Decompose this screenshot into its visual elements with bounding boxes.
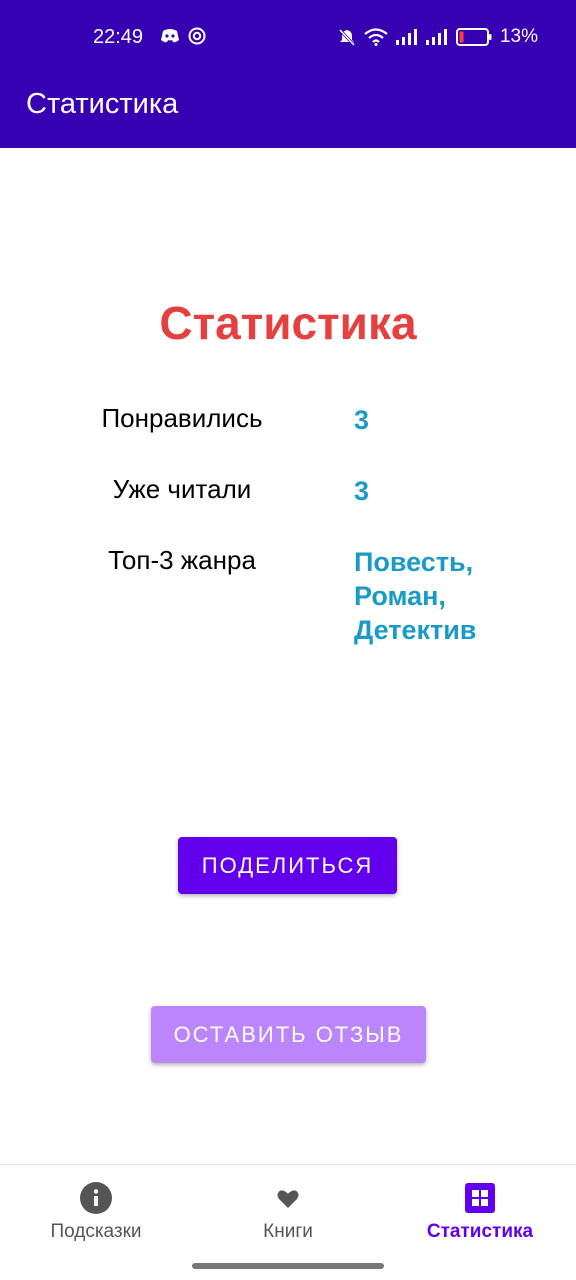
nav-item-books[interactable]: Книги [192, 1165, 384, 1265]
read-value: 3 [354, 476, 370, 506]
liked-value: 3 [354, 405, 370, 435]
nav-item-statistics[interactable]: Статистика [384, 1165, 576, 1265]
battery-icon [455, 28, 492, 46]
app-bar: Статистика [0, 74, 576, 148]
read-label: Уже читали [112, 474, 252, 504]
nav-label-statistics: Статистика [426, 1221, 534, 1242]
battery-percent: 13% [499, 26, 538, 47]
info-icon [80, 1182, 112, 1214]
status-system-icons: 13% [338, 26, 538, 48]
mute-icon [338, 28, 356, 46]
genre-item: Роман, [354, 581, 446, 611]
status-bar: 22:49 13% [0, 0, 576, 74]
vpn-icon [188, 27, 206, 45]
genre-item: Повесть, [354, 547, 474, 577]
genre-item: Детектив [354, 615, 477, 645]
stats-heading: Статистика [159, 297, 417, 349]
nav-label-tips: Подсказки [50, 1221, 142, 1242]
heart-icon [277, 1190, 299, 1208]
leave-review-button[interactable]: ОСТАВИТЬ ОТЗЫВ [151, 1006, 426, 1063]
top-genres-value: Повесть, Роман, Детектив [354, 545, 554, 647]
signal-icon [395, 29, 417, 45]
status-time: 22:49 [93, 26, 144, 48]
status-notification-icons [160, 27, 206, 45]
gesture-bar[interactable] [192, 1263, 384, 1269]
signal-icon [425, 29, 447, 45]
share-button[interactable]: ПОДЕЛИТЬСЯ [178, 837, 397, 894]
nav-label-books: Книги [263, 1221, 313, 1242]
top-genres-label: Топ-3 жанра [108, 545, 256, 575]
battery-fill [459, 31, 464, 43]
grid-icon [465, 1183, 495, 1213]
liked-label: Понравились [101, 403, 263, 433]
nav-item-tips[interactable]: Подсказки [0, 1165, 192, 1265]
wifi-icon [364, 28, 388, 46]
discord-icon [161, 29, 179, 43]
app-bar-title: Статистика [26, 88, 179, 120]
